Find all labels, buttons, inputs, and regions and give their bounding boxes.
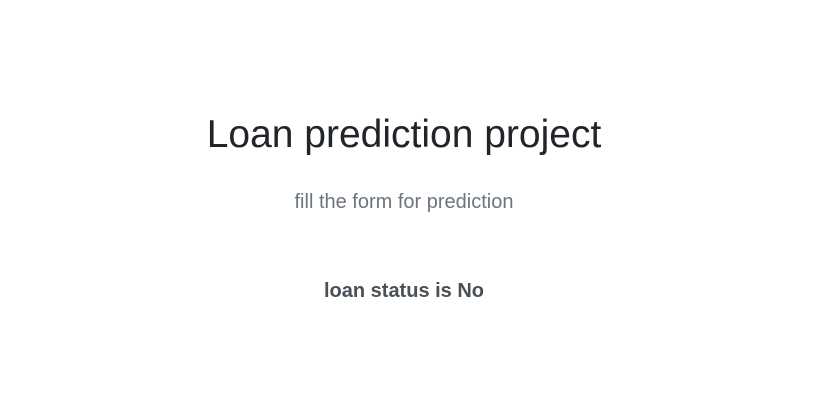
page-title: Loan prediction project bbox=[206, 113, 602, 156]
loan-status-result: loan status is No bbox=[323, 280, 485, 302]
page: Loan prediction project fill the form fo… bbox=[0, 0, 815, 414]
page-subtitle: fill the form for prediction bbox=[294, 191, 514, 213]
